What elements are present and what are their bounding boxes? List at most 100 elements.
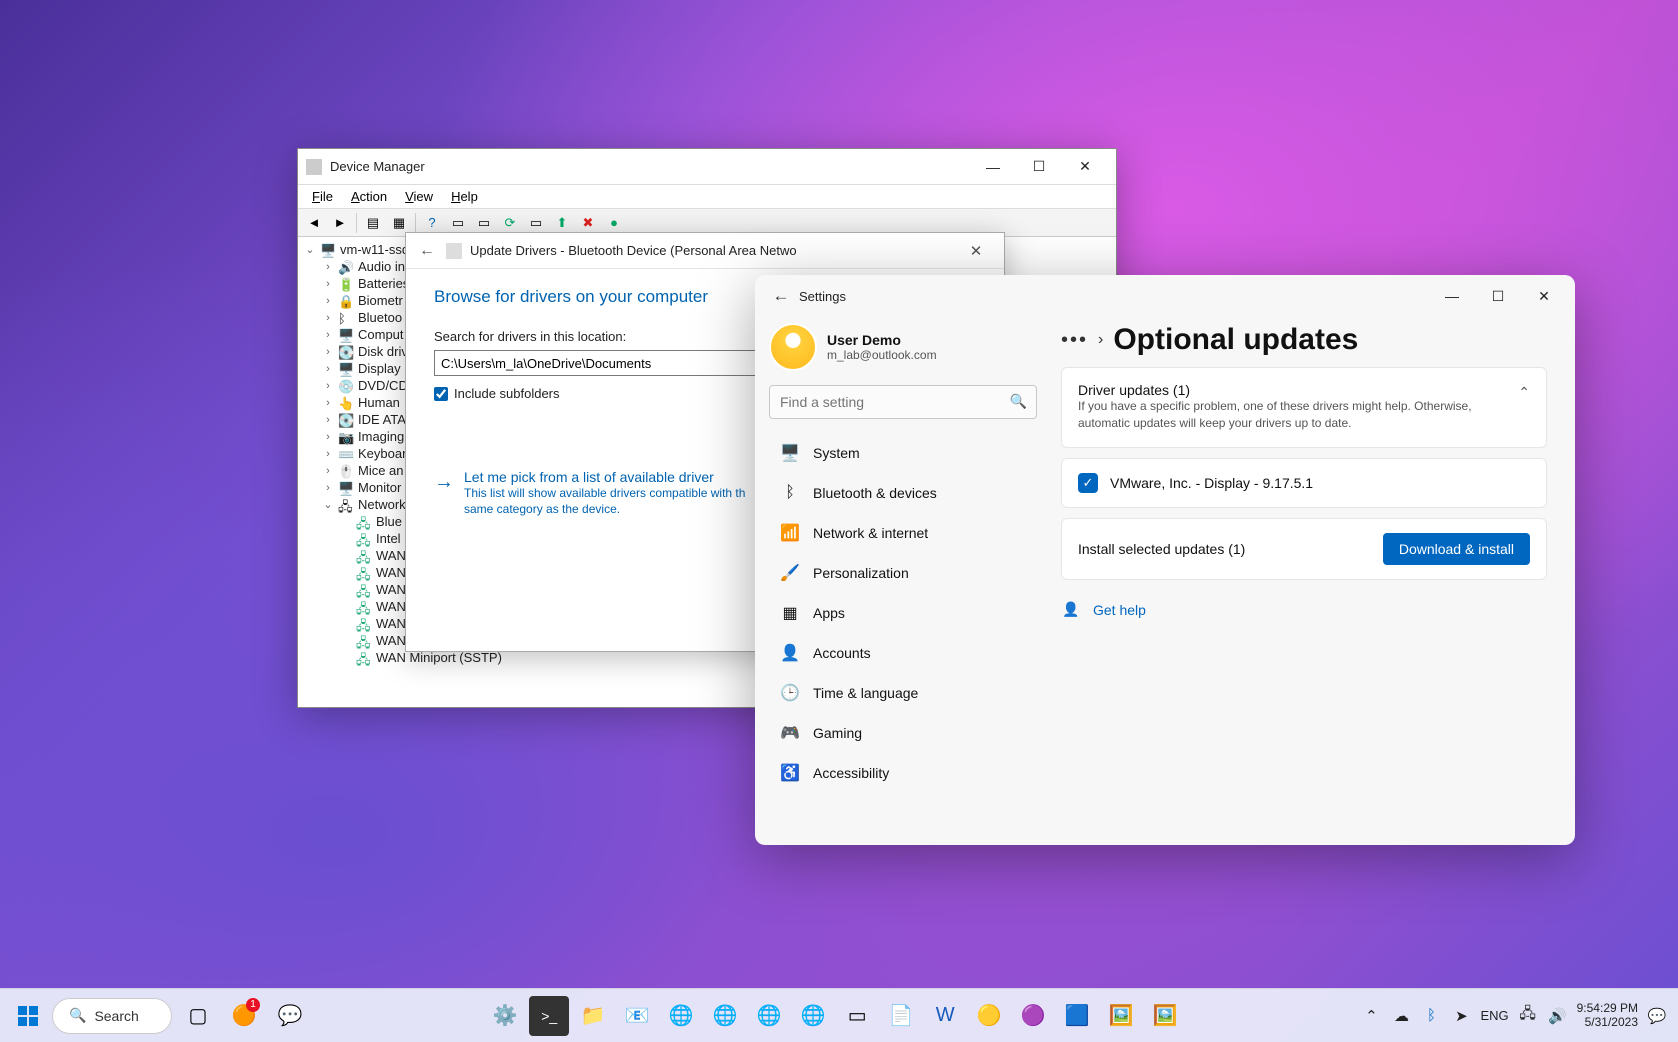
toolbar-icon[interactable]: ▭	[524, 212, 548, 234]
taskbar-app-chrome[interactable]: 🟡	[969, 996, 1009, 1036]
sidebar-item-apps[interactable]: ▦Apps	[769, 593, 1037, 633]
expand-icon[interactable]: ›	[322, 431, 334, 443]
toolbar-properties-icon[interactable]: ▦	[387, 212, 411, 234]
category-icon: 🖱️	[338, 464, 354, 478]
taskbar-app-edge-canary[interactable]: 🌐	[793, 996, 833, 1036]
taskbar-app-settings[interactable]: ⚙️	[485, 996, 525, 1036]
expand-icon[interactable]: ⌄	[322, 498, 334, 511]
maximize-button[interactable]: ☐	[1475, 278, 1521, 314]
taskbar-clock[interactable]: 9:54:29 PM 5/31/2023	[1577, 1002, 1638, 1030]
expand-icon[interactable]: ›	[322, 414, 334, 426]
expand-icon[interactable]: ›	[322, 329, 334, 341]
get-help-row[interactable]: 👤 Get help	[1061, 600, 1547, 620]
taskbar-app-edge-beta[interactable]: 🌐	[705, 996, 745, 1036]
expand-icon[interactable]: ›	[322, 465, 334, 477]
chevron-up-icon[interactable]: ⌃	[1518, 382, 1530, 401]
toolbar-update-icon[interactable]: ⬆	[550, 212, 574, 234]
sidebar-item-system[interactable]: 🖥️System	[769, 433, 1037, 473]
tray-volume-icon[interactable]: 🔊	[1547, 1005, 1569, 1027]
expand-icon[interactable]: ›	[322, 380, 334, 392]
toolbar-forward-icon[interactable]: ►	[328, 212, 352, 234]
expand-icon[interactable]: ›	[322, 363, 334, 375]
toolbar-help-icon[interactable]: ?	[420, 212, 444, 234]
tray-bluetooth-icon[interactable]: ᛒ	[1420, 1005, 1442, 1027]
collapse-icon[interactable]: ⌄	[304, 243, 316, 256]
menu-action[interactable]: Action	[343, 187, 395, 206]
get-help-link[interactable]: Get help	[1093, 602, 1146, 618]
task-view-icon[interactable]: ▢	[178, 996, 218, 1036]
minimize-button[interactable]: ―	[1429, 278, 1475, 314]
taskbar-app-photos[interactable]: 🖼️	[1101, 996, 1141, 1036]
tray-location-icon[interactable]: ➤	[1450, 1005, 1472, 1027]
close-button[interactable]: ✕	[1521, 278, 1567, 314]
taskbar-app-chat[interactable]: 💬	[270, 996, 310, 1036]
sidebar-item-personalization[interactable]: 🖌️Personalization	[769, 553, 1037, 593]
expand-icon[interactable]: ›	[322, 346, 334, 358]
tray-onedrive-icon[interactable]: ☁	[1390, 1005, 1412, 1027]
back-icon[interactable]: ←	[416, 240, 438, 262]
menu-view[interactable]: View	[397, 187, 441, 206]
expand-icon[interactable]: ›	[322, 448, 334, 460]
sidebar-item-network-internet[interactable]: 📶Network & internet	[769, 513, 1037, 553]
settings-window[interactable]: ← Settings ― ☐ ✕ User Demo m_lab@outlook…	[755, 275, 1575, 845]
taskbar-app[interactable]: 🟣	[1013, 996, 1053, 1036]
expand-icon[interactable]: ›	[322, 312, 334, 324]
tray-notifications-icon[interactable]: 💬	[1646, 1005, 1668, 1027]
sidebar-item-time-language[interactable]: 🕒Time & language	[769, 673, 1037, 713]
taskbar-app-word[interactable]: W	[925, 996, 965, 1036]
sidebar-item-bluetooth-devices[interactable]: ᛒBluetooth & devices	[769, 473, 1037, 513]
menu-help[interactable]: Help	[443, 187, 486, 206]
taskbar-app[interactable]: 🟠1	[224, 996, 264, 1036]
driver-item-checkbox[interactable]: ✓	[1078, 473, 1098, 493]
tray-chevron-icon[interactable]: ⌃	[1360, 1005, 1382, 1027]
tray-network-icon[interactable]: 🖧	[1517, 1005, 1539, 1027]
overflow-icon[interactable]: •••	[1061, 329, 1088, 352]
expand-icon[interactable]: ›	[322, 397, 334, 409]
toolbar-icon[interactable]: ▭	[472, 212, 496, 234]
taskbar-app[interactable]: 🖼️	[1145, 996, 1185, 1036]
download-install-button[interactable]: Download & install	[1383, 533, 1530, 565]
menu-file[interactable]: File	[304, 187, 341, 206]
tree-device-label: WAN	[376, 616, 406, 631]
taskbar-app[interactable]: ▭	[837, 996, 877, 1036]
toolbar-back-icon[interactable]: ◄	[302, 212, 326, 234]
include-subfolders-input[interactable]	[434, 387, 448, 401]
search-input[interactable]	[769, 385, 1037, 419]
maximize-button[interactable]: ☐	[1016, 149, 1062, 185]
sidebar-item-accessibility[interactable]: ♿Accessibility	[769, 753, 1037, 793]
close-button[interactable]: ✕	[1062, 149, 1108, 185]
settings-search[interactable]: 🔍	[769, 385, 1037, 419]
expand-icon[interactable]: ›	[322, 278, 334, 290]
toolbar-scan-icon[interactable]: ⟳	[498, 212, 522, 234]
start-button[interactable]	[10, 998, 46, 1034]
taskbar-app-terminal[interactable]: >_	[529, 996, 569, 1036]
close-icon[interactable]: ✕	[958, 233, 994, 269]
device-manager-titlebar[interactable]: Device Manager ― ☐ ✕	[298, 149, 1116, 185]
apps-icon: ▦	[779, 602, 801, 624]
minimize-button[interactable]: ―	[970, 149, 1016, 185]
user-profile[interactable]: User Demo m_lab@outlook.com	[769, 323, 1037, 371]
back-icon[interactable]: ←	[763, 278, 799, 314]
driver-item-row[interactable]: ✓ VMware, Inc. - Display - 9.17.5.1	[1061, 458, 1547, 508]
tray-language[interactable]: ENG	[1480, 1008, 1508, 1023]
expand-icon[interactable]: ›	[322, 261, 334, 273]
settings-main: ••• › Optional updates Driver updates (1…	[1051, 317, 1575, 845]
taskbar-app-edge[interactable]: 🌐	[661, 996, 701, 1036]
taskbar-search[interactable]: 🔍 Search	[52, 998, 172, 1034]
expand-icon[interactable]: ›	[322, 295, 334, 307]
driver-updates-card[interactable]: Driver updates (1) If you have a specifi…	[1061, 367, 1547, 448]
taskbar-app[interactable]: 🟦	[1057, 996, 1097, 1036]
toolbar-add-icon[interactable]: ●	[602, 212, 626, 234]
sidebar-item-label: Gaming	[813, 725, 862, 741]
toolbar-icon[interactable]: ▭	[446, 212, 470, 234]
sidebar-item-gaming[interactable]: 🎮Gaming	[769, 713, 1037, 753]
toolbar-uninstall-icon[interactable]: ✖	[576, 212, 600, 234]
taskbar-app-notepad[interactable]: 📄	[881, 996, 921, 1036]
taskbar-app-explorer[interactable]: 📁	[573, 996, 613, 1036]
taskbar-app-edge-dev[interactable]: 🌐	[749, 996, 789, 1036]
expand-icon[interactable]: ›	[322, 482, 334, 494]
windows-logo-icon	[16, 1004, 40, 1028]
taskbar-app-outlook[interactable]: 📧	[617, 996, 657, 1036]
sidebar-item-accounts[interactable]: 👤Accounts	[769, 633, 1037, 673]
toolbar-show-hide-icon[interactable]: ▤	[361, 212, 385, 234]
